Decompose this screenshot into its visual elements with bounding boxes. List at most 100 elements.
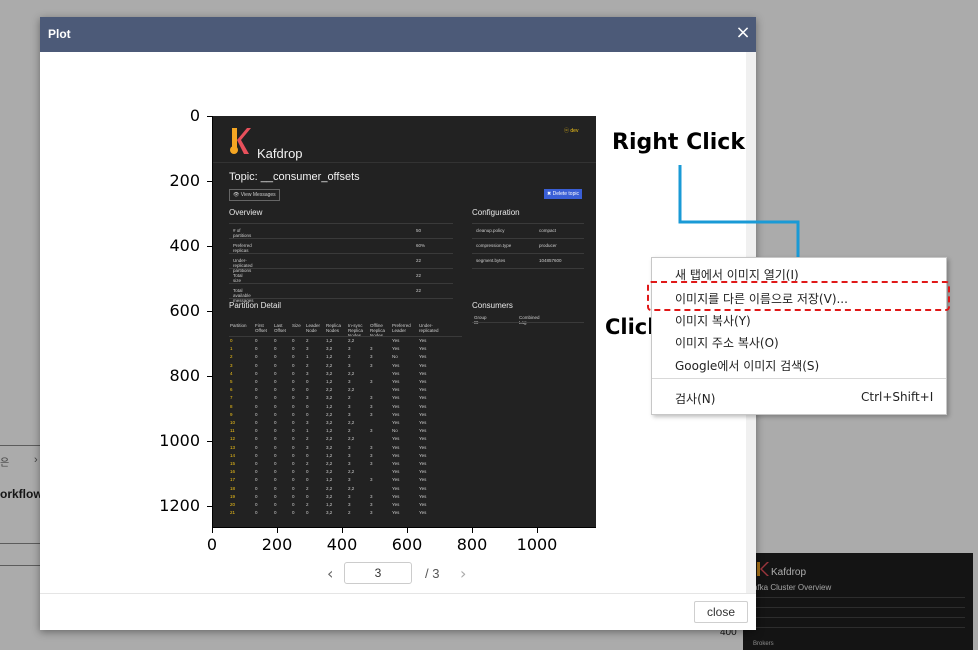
partition-cell: 0 [274, 354, 277, 360]
partition-cell: 3,2 [326, 493, 333, 499]
page-number-input[interactable] [344, 562, 412, 584]
partition-cell: 3 [370, 444, 373, 450]
partition-cell: Yes [392, 477, 400, 483]
partition-detail-heading: Partition Detail [229, 301, 282, 310]
overview-value: 22 [416, 288, 422, 293]
table-rule [472, 322, 584, 323]
table-rule [229, 238, 453, 239]
partition-cell: 0 [274, 469, 277, 475]
overview-heading: Overview [229, 208, 263, 217]
partition-cell: 2,2 [326, 411, 333, 417]
partition-cell: 0 [292, 444, 295, 450]
overview-label: Preferred replicas [233, 243, 252, 253]
partition-cell: 3 [348, 444, 351, 450]
partition-cell: Yes [392, 502, 400, 507]
next-page-button[interactable]: › [460, 564, 466, 583]
partition-cell: Yes [392, 395, 400, 401]
y-tick-label: 400 [169, 236, 200, 255]
partition-cell: 3 [348, 502, 351, 507]
partition-cell: 3 [348, 493, 351, 499]
partition-cell: 2,2 [348, 420, 355, 425]
context-menu-inspect[interactable]: 검사(N) [675, 390, 715, 407]
partition-cell: 0 [306, 403, 309, 409]
partition-cell: 0 [274, 346, 277, 352]
kafdrop-logo-icon [230, 128, 251, 154]
partition-cell: 3,2 [326, 469, 333, 475]
partition-cell: 0 [292, 477, 295, 483]
config-value: compact [539, 228, 557, 233]
partition-cell: Yes [419, 403, 427, 409]
plotted-image[interactable]: Kafdrop ⓞ dev Topic: __consumer_offsets … [213, 116, 596, 527]
partition-cell: 2 [306, 338, 309, 343]
previous-page-button[interactable]: ‹ [327, 564, 333, 583]
partition-cell: 3 [348, 362, 351, 368]
config-label: segment.bytes [476, 258, 506, 263]
partition-cell: 3,2 [326, 420, 333, 425]
y-tick [207, 181, 212, 182]
partition-cell: 0 [255, 411, 258, 417]
table-rule [229, 253, 453, 254]
partition-cell: 3,2 [326, 346, 333, 352]
context-menu-copy-image[interactable]: 이미지 복사(Y) [675, 312, 751, 329]
partition-cell: 6 [230, 387, 233, 393]
partition-cell: 3 [348, 411, 351, 417]
partition-cell: Yes [392, 493, 400, 499]
partition-cell: Yes [419, 485, 427, 491]
partition-cell: 14 [230, 452, 236, 458]
partition-cell: 0 [255, 444, 258, 450]
partition-cell: 0 [306, 477, 309, 483]
partition-cell: Yes [419, 428, 427, 434]
table-rule [229, 268, 453, 269]
partition-header: Replica Nodes [326, 323, 342, 333]
close-button[interactable]: close [694, 601, 748, 623]
context-menu-inspect-shortcut: Ctrl+Shift+I [861, 390, 934, 404]
partition-cell: 3 [348, 452, 351, 458]
table-rule [472, 238, 584, 239]
y-tick [207, 116, 212, 117]
context-menu-copy-image-address[interactable]: 이미지 주소 복사(O) [675, 334, 779, 351]
partition-cell: 18 [230, 485, 236, 491]
partition-cell: 3 [230, 362, 233, 368]
partition-cell: 16 [230, 469, 236, 475]
partition-cell: Yes [419, 346, 427, 352]
partition-cell: 2,2 [348, 436, 355, 442]
partition-cell: 2,2 [326, 436, 333, 442]
partition-cell: Yes [392, 510, 400, 516]
partition-cell: 0 [306, 411, 309, 417]
partition-cell: 3 [370, 461, 373, 466]
y-tick-label: 200 [169, 171, 200, 190]
partition-cell: 1,2 [326, 403, 333, 409]
partition-cell: Yes [419, 469, 427, 475]
x-tick [537, 528, 538, 533]
partition-cell: Yes [419, 362, 427, 368]
partition-cell: Yes [419, 493, 427, 499]
partition-cell: 1 [306, 354, 309, 360]
partition-cell: 0 [255, 469, 258, 475]
config-value: 104857600 [539, 258, 562, 263]
y-tick [207, 441, 212, 442]
config-value: producer [539, 243, 557, 248]
partition-cell: 20 [230, 502, 236, 507]
partition-cell: 0 [292, 379, 295, 384]
x-tick [212, 528, 213, 533]
modal-header: Plot × [40, 17, 756, 52]
close-icon[interactable]: × [734, 22, 752, 44]
partition-cell: 3 [306, 420, 309, 425]
partition-cell: 3 [348, 379, 351, 384]
partition-cell: Yes [419, 461, 427, 466]
partition-cell: 0 [306, 469, 309, 475]
context-menu-search-image-google[interactable]: Google에서 이미지 검색(S) [675, 357, 819, 374]
partition-cell: Yes [392, 370, 400, 376]
partition-cell: 7 [230, 395, 233, 401]
partition-cell: 0 [292, 510, 295, 516]
partition-cell: 0 [292, 485, 295, 491]
partition-cell: Yes [419, 477, 427, 483]
partition-cell: Yes [419, 420, 427, 425]
partition-cell: 0 [255, 436, 258, 442]
partition-cell: Yes [392, 346, 400, 352]
partition-cell: 0 [274, 379, 277, 384]
partition-cell: No [392, 428, 398, 434]
partition-cell: 1,2 [326, 428, 333, 434]
partition-cell: 2,2 [348, 485, 355, 491]
partition-cell: 0 [255, 395, 258, 401]
